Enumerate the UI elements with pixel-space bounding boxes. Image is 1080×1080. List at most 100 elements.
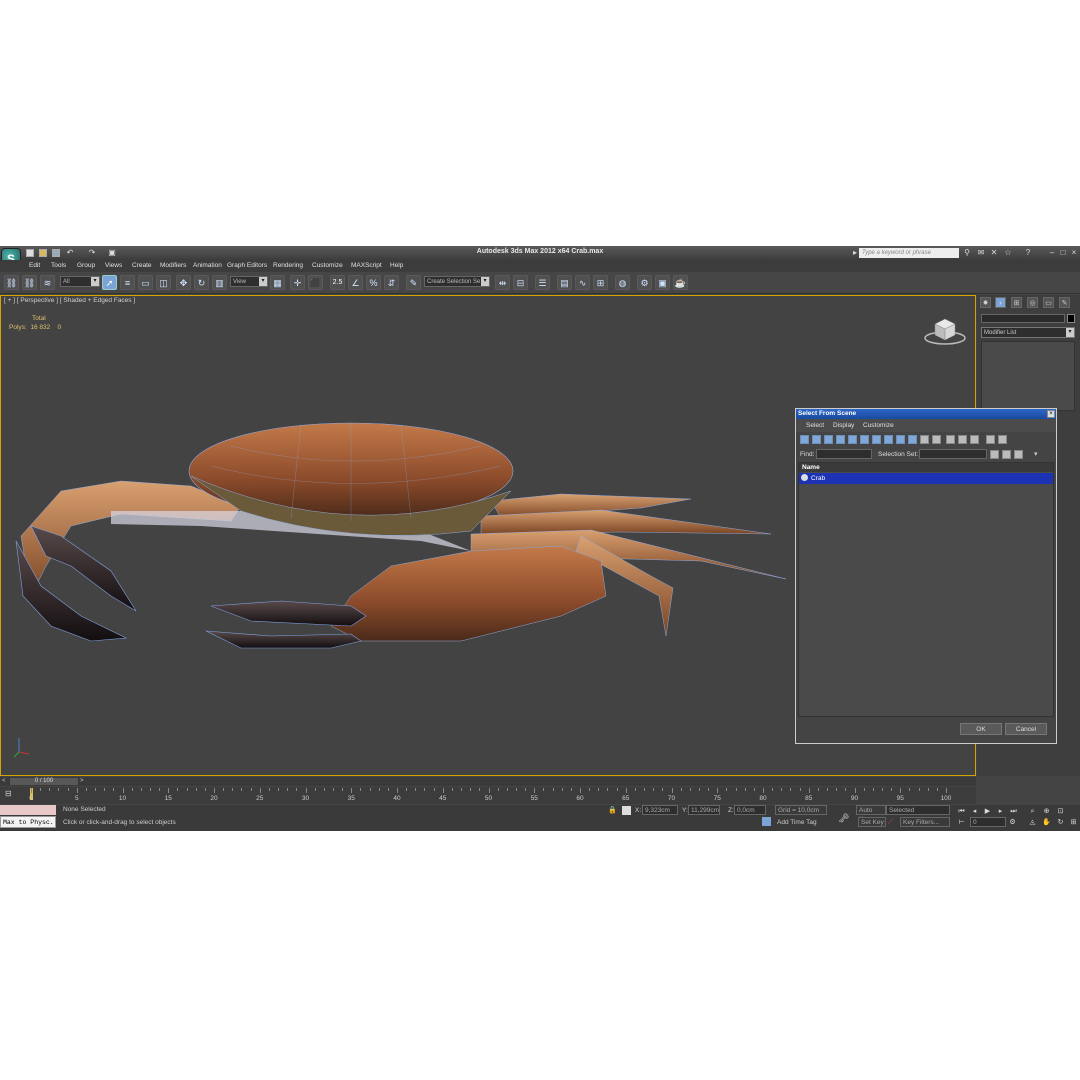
align-icon[interactable]: ⊟ — [513, 275, 528, 290]
lock-selection-icon[interactable]: 🔒 — [608, 806, 617, 814]
display-tab-icon[interactable]: ▭ — [1043, 297, 1054, 308]
display-spacewarps-icon[interactable] — [860, 435, 869, 444]
rectangular-region-icon[interactable]: ▭ — [138, 275, 153, 290]
maxscript-listener-top[interactable] — [0, 805, 56, 815]
dialog-menu-select[interactable]: Select — [806, 422, 824, 429]
binoculars-icon[interactable]: ⚲ — [963, 249, 971, 257]
find-input[interactable] — [816, 449, 872, 459]
maxscript-mini-listener[interactable]: Max to Physc. — [0, 816, 56, 828]
menu-create[interactable]: Create — [132, 262, 152, 269]
display-xrefs-icon[interactable] — [884, 435, 893, 444]
display-all-icon[interactable] — [946, 435, 955, 444]
display-helpers-icon[interactable] — [848, 435, 857, 444]
previous-frame-icon[interactable]: ◂ — [970, 807, 979, 816]
scene-object-list[interactable]: Name Crab — [798, 462, 1054, 717]
list-item[interactable]: Crab — [799, 473, 1053, 484]
material-editor-icon[interactable]: ◍ — [615, 275, 630, 290]
modify-tab-icon[interactable]: ◗ — [995, 297, 1006, 308]
hierarchy-tab-icon[interactable]: ⊞ — [1011, 297, 1022, 308]
search-input[interactable]: Type a keyword or phrase — [859, 248, 959, 258]
menu-maxscript[interactable]: MAXScript — [351, 262, 382, 269]
key-icon[interactable]: 🗝 — [838, 813, 849, 824]
favorites-icon[interactable]: ☆ — [1004, 249, 1012, 257]
menu-tools[interactable]: Tools — [51, 262, 66, 269]
go-to-start-icon[interactable]: ⏮ — [957, 807, 966, 816]
utilities-tab-icon[interactable]: ✎ — [1059, 297, 1070, 308]
object-color-swatch[interactable] — [1067, 314, 1075, 323]
close-icon[interactable]: × — [1047, 410, 1055, 418]
dialog-menu-customize[interactable]: Customize — [863, 422, 894, 429]
display-geometry-icon[interactable] — [800, 435, 809, 444]
filter-options-icon[interactable] — [998, 435, 1007, 444]
chevron-down-icon[interactable]: ▾ — [1034, 450, 1038, 458]
subscription-icon[interactable]: ✉ — [977, 249, 985, 257]
modifier-list-dropdown[interactable]: Modifier List ▾ — [981, 327, 1075, 338]
render-production-icon[interactable]: ☕ — [673, 275, 688, 290]
menu-animation[interactable]: Animation — [193, 262, 222, 269]
named-selection-dropdown[interactable]: Create Selection Se ▾ — [424, 276, 490, 287]
unlink-icon[interactable]: ⛓ — [22, 275, 37, 290]
display-cameras-icon[interactable] — [836, 435, 845, 444]
keyboard-shortcut-icon[interactable]: ⬛ — [308, 275, 323, 290]
display-frozen-icon[interactable] — [920, 435, 929, 444]
next-frame-icon[interactable]: ▸ — [996, 807, 1005, 816]
layer-manager-icon[interactable]: ☰ — [535, 275, 550, 290]
add-time-tag[interactable]: Add Time Tag — [777, 819, 817, 826]
z-coordinate-field[interactable]: 0,0cm — [734, 805, 766, 815]
key-filters-button[interactable]: Key Filters... — [900, 817, 950, 827]
cancel-button[interactable]: Cancel — [1005, 723, 1047, 735]
maximize-icon[interactable]: □ — [1059, 249, 1067, 257]
time-tag-icon[interactable] — [762, 817, 771, 826]
angle-snap-icon[interactable]: ∠ — [348, 275, 363, 290]
rendered-frame-window-icon[interactable]: ▣ — [655, 275, 670, 290]
communication-icon[interactable]: ✕ — [990, 249, 998, 257]
go-to-end-icon[interactable]: ⏭ — [1009, 807, 1018, 816]
menu-modifiers[interactable]: Modifiers — [160, 262, 186, 269]
display-lights-icon[interactable] — [824, 435, 833, 444]
maximize-viewport-icon[interactable]: ⊞ — [1069, 818, 1078, 827]
selection-filter-dropdown[interactable]: All ▾ — [60, 276, 100, 287]
window-crossing-icon[interactable]: ◫ — [156, 275, 171, 290]
invert-display-icon[interactable] — [970, 435, 979, 444]
track-bar[interactable]: ⊟ 0 5 10 15 20 25 30 35 40 45 50 55 60 65 70 75 80 85 90 95… — [0, 787, 976, 804]
x-coordinate-field[interactable]: 9,323cm — [642, 805, 678, 815]
display-none-icon[interactable] — [958, 435, 967, 444]
menu-views[interactable]: Views — [105, 262, 122, 269]
field-of-view-icon[interactable]: ◬ — [1028, 818, 1037, 827]
pivot-center-icon[interactable]: ▦ — [270, 275, 285, 290]
close-icon[interactable]: × — [1070, 249, 1078, 257]
auto-key-button[interactable]: Auto Key — [856, 805, 886, 823]
slider-next-icon[interactable]: > — [80, 778, 84, 784]
selection-set-add-icon[interactable] — [990, 450, 999, 459]
bind-spacewarp-icon[interactable]: ≋ — [40, 275, 55, 290]
edit-named-selection-icon[interactable]: ✎ — [406, 275, 421, 290]
zoom-icon[interactable]: ⌕ — [1028, 807, 1037, 816]
ok-button[interactable]: OK — [960, 723, 1002, 735]
orbit-icon[interactable]: ↻ — [1056, 818, 1065, 827]
reference-coordinate-dropdown[interactable]: View ▾ — [230, 276, 268, 287]
pan-view-icon[interactable]: ✋ — [1042, 818, 1051, 827]
slider-prev-icon[interactable]: < — [2, 778, 6, 784]
minimize-icon[interactable]: – — [1048, 249, 1056, 257]
motion-tab-icon[interactable]: ◎ — [1027, 297, 1038, 308]
spinner-snap-icon[interactable]: ⇵ — [384, 275, 399, 290]
column-header-name[interactable]: Name — [799, 463, 1053, 472]
snaps-toggle-icon[interactable]: 2.5 — [330, 275, 345, 290]
zoom-extents-icon[interactable]: ⊡ — [1056, 807, 1065, 816]
render-setup-icon[interactable]: ⚙ — [637, 275, 652, 290]
dialog-menu-display[interactable]: Display — [833, 422, 854, 429]
percent-snap-icon[interactable]: % — [366, 275, 381, 290]
menu-graph-editors[interactable]: Graph Editors — [227, 262, 267, 269]
select-manipulate-icon[interactable]: ✛ — [290, 275, 305, 290]
mirror-icon[interactable]: ⇹ — [495, 275, 510, 290]
display-containers-icon[interactable] — [908, 435, 917, 444]
menu-help[interactable]: Help — [390, 262, 403, 269]
time-slider[interactable]: < 0 / 100 > — [0, 777, 976, 786]
absolute-mode-icon[interactable] — [622, 806, 631, 815]
menu-rendering[interactable]: Rendering — [273, 262, 303, 269]
modifier-stack[interactable] — [981, 341, 1075, 411]
set-key-button[interactable]: Set Key — [858, 817, 886, 827]
zoom-all-icon[interactable]: ⊕ — [1042, 807, 1051, 816]
curve-editor-icon[interactable]: ∿ — [575, 275, 590, 290]
display-bones-icon[interactable] — [896, 435, 905, 444]
